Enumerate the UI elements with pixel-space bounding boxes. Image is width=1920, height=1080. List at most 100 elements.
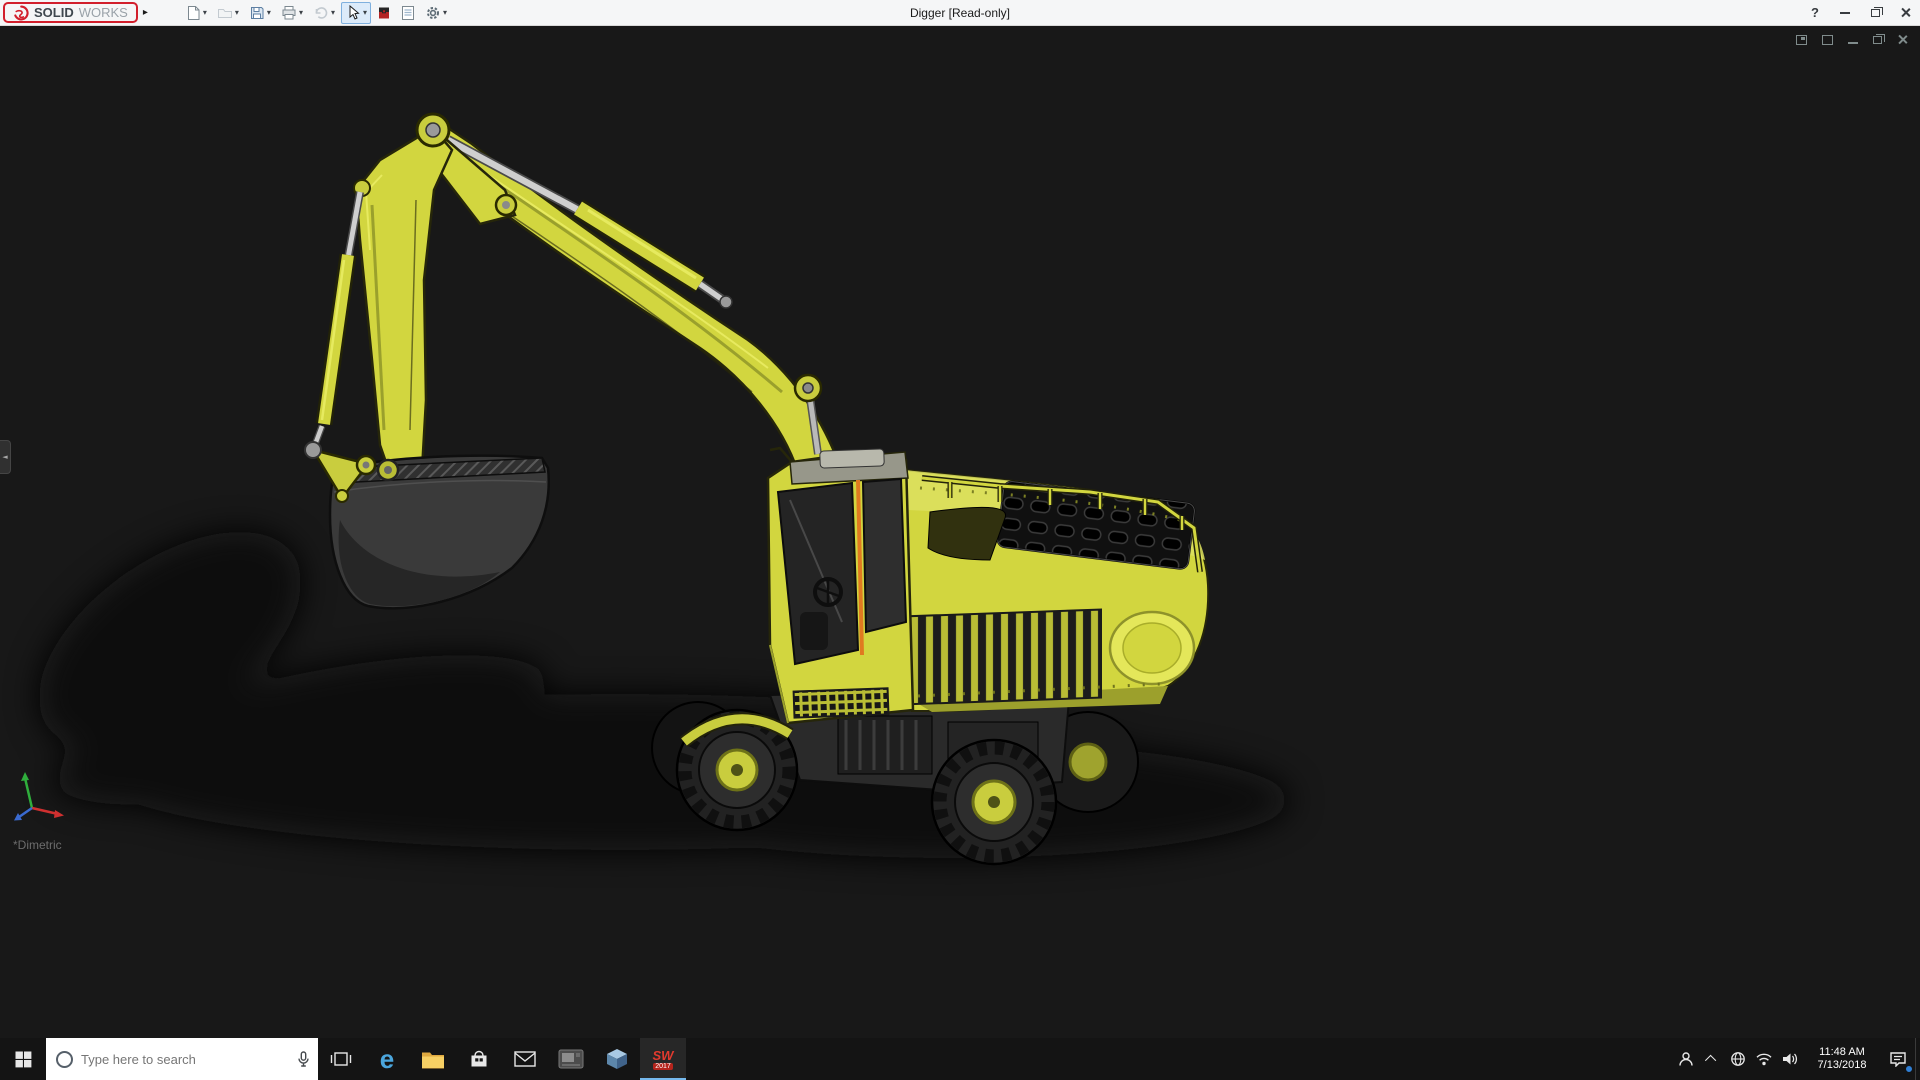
viewport-3d[interactable]: ◄ *Dimetric (0, 26, 1920, 1038)
taskbar-search[interactable] (46, 1038, 318, 1080)
options-caret[interactable]: ▾ (443, 8, 447, 17)
chevron-up-icon (1704, 1054, 1717, 1067)
digger-body (903, 468, 1210, 712)
solidworks-window: SOLID WORKS ▸ ▾ ▾ ▾ ▾ ▾ ▾ ▾ Digger [Read… (0, 0, 1920, 1080)
edge-button[interactable]: e (364, 1038, 410, 1080)
doc-restore-icon[interactable] (1873, 33, 1885, 44)
search-input[interactable] (81, 1051, 289, 1067)
wifi-icon (1756, 1053, 1772, 1066)
app-thumbnail-button[interactable] (548, 1038, 594, 1080)
solidworks-app-icon: SW 2017 (652, 1047, 674, 1070)
volume-icon (1783, 1053, 1797, 1065)
new-document-icon (187, 5, 200, 20)
new-document-caret[interactable]: ▾ (203, 8, 207, 17)
window-controls: ? (1800, 0, 1920, 25)
orientation-triad (14, 772, 64, 821)
restore-button[interactable] (1860, 0, 1890, 25)
wheel-front-right (930, 738, 1058, 866)
options-button[interactable]: ▾ (421, 2, 451, 24)
select-tool-button[interactable]: ▾ (340, 1, 371, 24)
undo-icon (315, 6, 328, 19)
title-bar: SOLID WORKS ▸ ▾ ▾ ▾ ▾ ▾ ▾ ▾ Digger [Read… (0, 0, 1920, 26)
app-thumbnail-icon (558, 1049, 584, 1069)
toolbar-flyout-arrow[interactable]: ▸ (143, 7, 148, 18)
digger-model[interactable] (0, 26, 1920, 1038)
3ds-logo-icon (14, 5, 29, 20)
show-desktop-button[interactable] (1915, 1038, 1920, 1080)
panel-collapse-tab[interactable]: ◄ (0, 440, 11, 474)
document-properties-icon (401, 5, 414, 20)
people-icon (1679, 1052, 1693, 1066)
volume-button[interactable] (1777, 1038, 1803, 1080)
hidden-icons-button[interactable] (1699, 1038, 1725, 1080)
edge-icon: e (379, 1044, 395, 1074)
cube-app-button[interactable] (594, 1038, 640, 1080)
print-button[interactable]: ▾ (277, 2, 307, 24)
action-center-button[interactable] (1881, 1038, 1915, 1080)
open-caret[interactable]: ▾ (235, 8, 239, 17)
start-button[interactable] (0, 1038, 46, 1080)
file-explorer-icon (422, 1052, 444, 1068)
save-icon (250, 6, 264, 19)
document-window-controls (1796, 33, 1908, 45)
undo-button[interactable]: ▾ (309, 2, 339, 24)
doc-float-window-icon[interactable] (1822, 34, 1833, 45)
wifi-button[interactable] (1751, 1038, 1777, 1080)
notification-badge (1905, 1065, 1913, 1073)
clock-date: 7/13/2018 (1817, 1059, 1867, 1071)
save-button[interactable]: ▾ (245, 2, 275, 24)
print-caret[interactable]: ▾ (299, 8, 303, 17)
action-center-icon (1890, 1052, 1906, 1067)
document-title: Digger [Read-only] (909, 5, 1011, 20)
clock-time: 11:48 AM (1819, 1046, 1865, 1058)
windows-logo-icon (15, 1051, 31, 1067)
select-cursor-icon (349, 4, 360, 20)
system-tray: 11:48 AM 7/13/2018 (1673, 1038, 1920, 1080)
mail-button[interactable] (502, 1038, 548, 1080)
network-button[interactable] (1725, 1038, 1751, 1080)
file-explorer-button[interactable] (410, 1038, 456, 1080)
save-caret[interactable]: ▾ (267, 8, 271, 17)
view-orientation-label: *Dimetric (13, 838, 62, 852)
print-icon (282, 5, 296, 19)
logo-text-solid: SOLID (34, 5, 74, 20)
task-view-button[interactable] (318, 1038, 364, 1080)
digger-cab (766, 446, 915, 725)
quick-access-toolbar: ▾ ▾ ▾ ▾ ▾ ▾ ▾ (182, 1, 451, 24)
store-button[interactable] (456, 1038, 502, 1080)
digger-bucket (304, 441, 550, 610)
solidworks-logo[interactable]: SOLID WORKS (3, 2, 138, 23)
task-view-icon (330, 1052, 352, 1066)
undo-caret[interactable]: ▾ (331, 8, 335, 17)
taskbar: e (0, 1038, 1920, 1080)
people-button[interactable] (1673, 1038, 1699, 1080)
network-globe-icon (1731, 1052, 1745, 1066)
cortana-icon (56, 1050, 73, 1068)
side-grille (904, 608, 1102, 706)
store-icon (471, 1050, 487, 1067)
close-button[interactable] (1890, 0, 1920, 25)
open-button[interactable]: ▾ (213, 2, 243, 24)
boom-cylinder (445, 135, 733, 309)
doc-new-window-icon[interactable] (1796, 34, 1807, 45)
cube-app-icon (607, 1049, 627, 1069)
doc-minimize-icon[interactable] (1848, 41, 1858, 44)
solidworks-taskbar-button[interactable]: SW 2017 (640, 1038, 686, 1080)
open-folder-icon (217, 8, 232, 18)
options-gear-icon (426, 6, 439, 19)
new-document-button[interactable]: ▾ (182, 2, 211, 24)
select-caret[interactable]: ▾ (363, 8, 367, 17)
help-button[interactable]: ? (1800, 0, 1830, 25)
microphone-icon[interactable] (297, 1050, 310, 1068)
toolbox-button[interactable] (373, 2, 395, 24)
taskbar-clock[interactable]: 11:48 AM 7/13/2018 (1803, 1038, 1881, 1080)
minimize-icon (1840, 11, 1850, 14)
document-properties-button[interactable] (397, 2, 419, 24)
logo-text-works: WORKS (78, 5, 128, 20)
toolbox-icon (378, 7, 389, 18)
restore-icon (1870, 6, 1883, 17)
mail-icon (514, 1051, 536, 1067)
close-icon (1900, 7, 1911, 18)
minimize-button[interactable] (1830, 0, 1860, 25)
doc-close-icon[interactable] (1897, 34, 1908, 45)
